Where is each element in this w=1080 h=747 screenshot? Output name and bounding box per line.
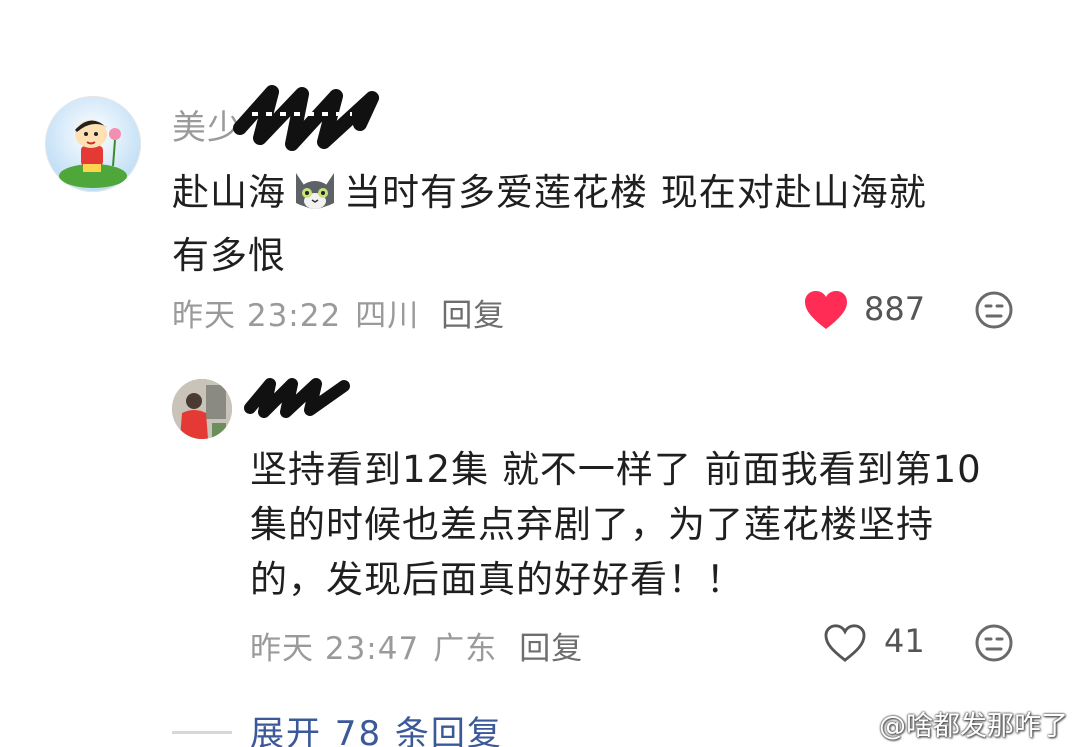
comment-text-prefix: 赴山海 <box>172 171 286 214</box>
reply-avatar[interactable] <box>172 379 232 439</box>
dislike-face-icon[interactable] <box>974 290 1014 330</box>
comment-like-count: 887 <box>864 290 926 328</box>
comment-reply-button[interactable]: 回复 <box>441 290 505 335</box>
reply-text: 坚持看到12集 就不一样了 前面我看到第10 集的时候也差点弃剧了，为了莲花楼坚… <box>250 442 982 607</box>
watermark-text: @啥都发那咋了 <box>879 711 1068 742</box>
comment-location: 四川 <box>355 298 420 334</box>
redaction-scribble <box>244 378 350 418</box>
cartoon-avatar-icon <box>59 120 127 188</box>
reply-reply-button[interactable]: 回复 <box>519 623 583 668</box>
reply-like-count: 41 <box>884 622 925 660</box>
heart-filled-icon[interactable] <box>803 289 849 331</box>
reply-location: 广东 <box>433 631 498 667</box>
watermark: @啥都发那咋了 <box>839 704 1068 743</box>
commenter-avatar[interactable] <box>45 96 141 192</box>
comment-text-main: 当时有多爱莲花楼 现在对赴山海就 <box>344 171 927 214</box>
cat-emoji-icon <box>290 163 340 228</box>
dislike-face-icon[interactable] <box>974 623 1014 663</box>
comment-meta: 昨天 23:22 四川 回复 <box>172 290 505 335</box>
heart-outline-icon[interactable] <box>823 623 867 663</box>
reply-text-line1: 坚持看到12集 就不一样了 前面我看到第10 <box>250 448 982 491</box>
weibo-logo-icon <box>839 712 871 737</box>
comment-text-line2: 有多恨 <box>172 234 286 277</box>
reply-timestamp: 昨天 23:47 <box>250 631 420 667</box>
redaction-scribble <box>233 85 379 151</box>
comment-timestamp: 昨天 23:22 <box>172 298 342 334</box>
comment-text: 赴山海 当时有多爱莲花楼 现在对赴山海就 有多恨 <box>172 163 927 283</box>
expand-divider <box>172 731 232 734</box>
reply-text-line2: 集的时候也差点弃剧了，为了莲花楼坚持 <box>250 503 934 546</box>
reply-meta: 昨天 23:47 广东 回复 <box>250 623 583 668</box>
expand-replies-button[interactable]: 展开 78 条回复 <box>250 706 503 747</box>
photo-avatar-icon <box>172 379 232 439</box>
reply-text-line3: 的，发现后面真的好好看！！ <box>250 558 744 601</box>
